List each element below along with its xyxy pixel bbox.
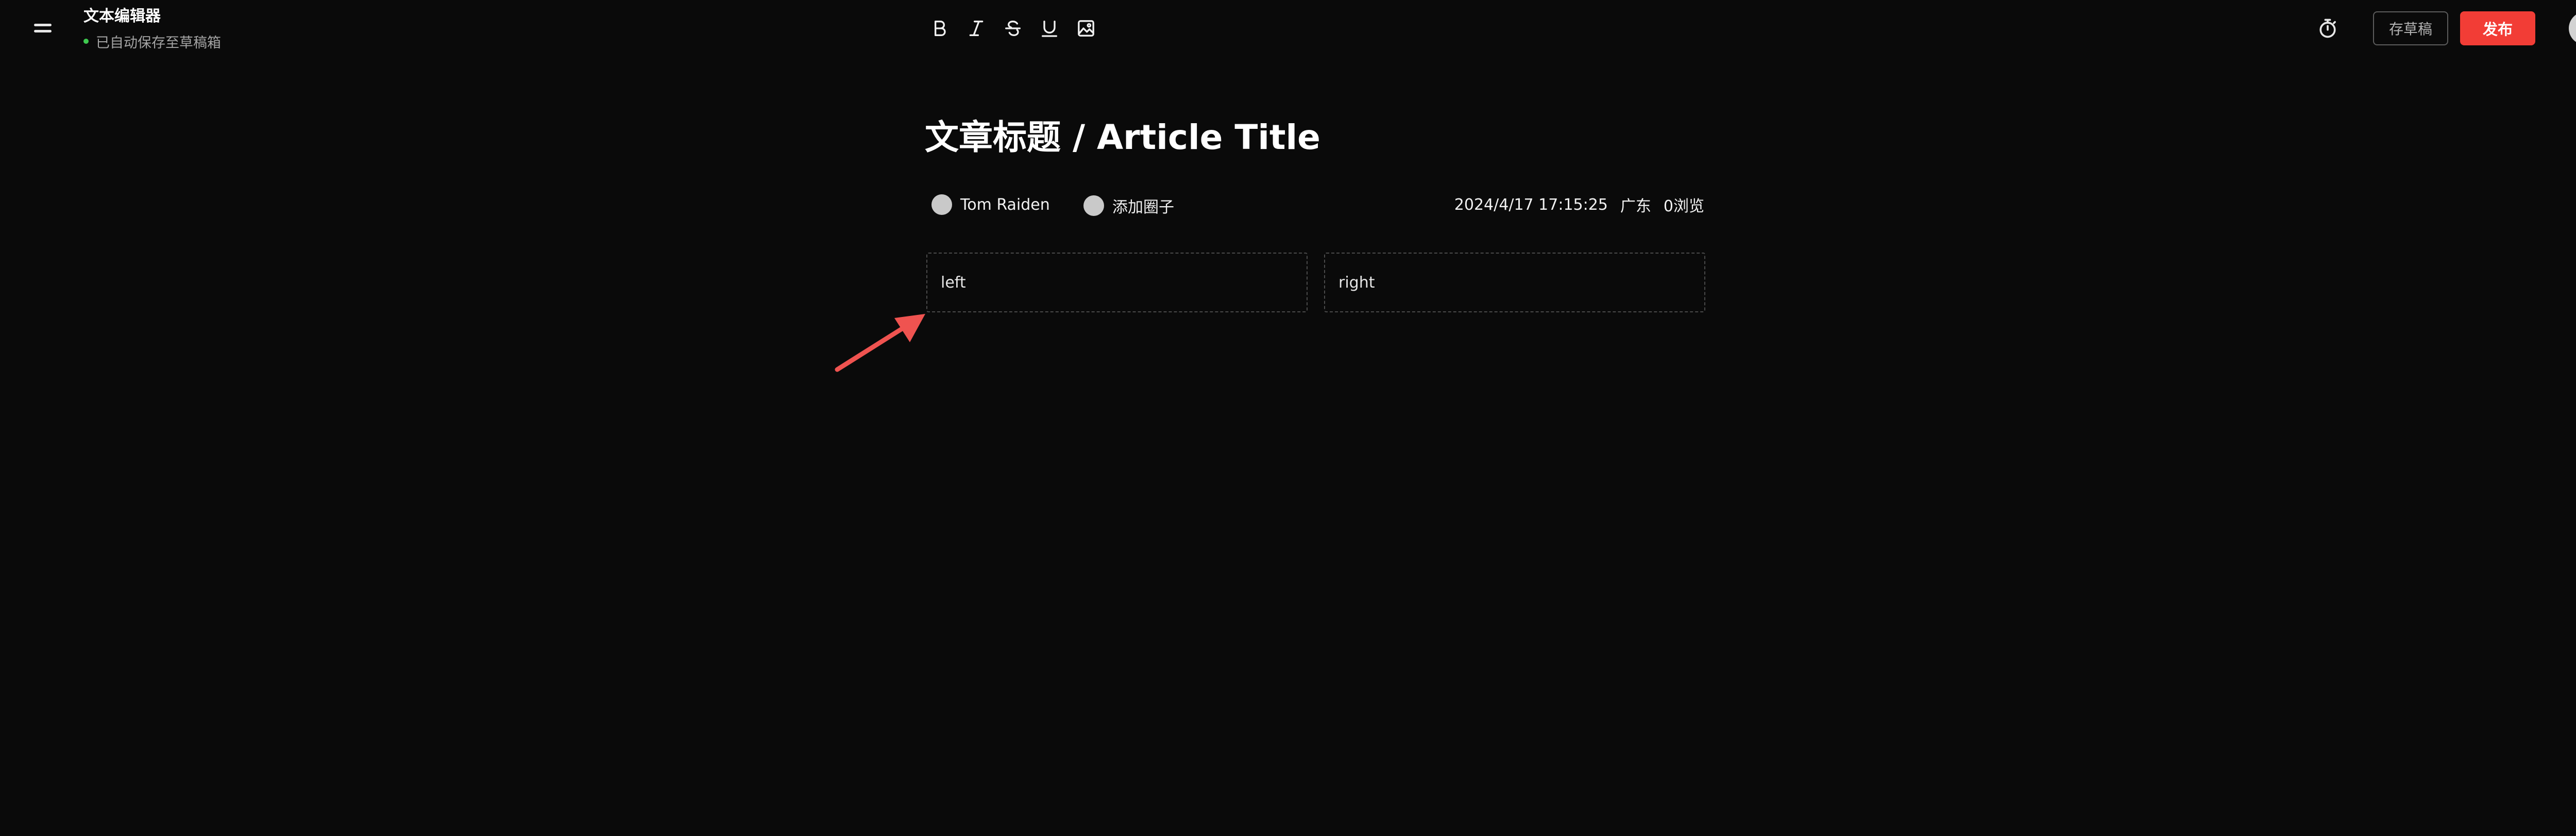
bold-icon[interactable]	[925, 14, 955, 42]
author[interactable]: Tom Raiden	[931, 194, 1050, 215]
strikethrough-icon[interactable]	[998, 14, 1028, 42]
add-circle-button[interactable]: 添加圈子	[1083, 194, 1174, 217]
add-circle-label: 添加圈子	[1112, 198, 1174, 216]
location: 广东	[1620, 197, 1651, 215]
format-toolbar	[925, 14, 1108, 42]
save-status: 已自动保存至草稿箱	[83, 32, 221, 51]
author-avatar	[931, 194, 952, 215]
save-status-text: 已自动保存至草稿箱	[96, 35, 221, 51]
author-name: Tom Raiden	[960, 195, 1050, 214]
meta-info: 2024/4/17 17:15:25 广东 0浏览	[1454, 194, 1704, 216]
article-meta: Tom Raiden 添加圈子 2024/4/17 17:15:25 广东 0浏…	[925, 191, 1704, 219]
user-avatar[interactable]	[2569, 12, 2576, 45]
stopwatch-icon[interactable]	[2315, 14, 2340, 42]
save-draft-button[interactable]: 存草稿	[2373, 11, 2448, 45]
publish-button[interactable]: 发布	[2460, 11, 2535, 45]
article-title[interactable]: 文章标题 / Article Title	[925, 114, 1320, 161]
top-bar: 文本编辑器 已自动保存至草稿箱 存草稿 发布	[0, 0, 2576, 59]
view-count: 0浏览	[1663, 197, 1704, 215]
italic-icon[interactable]	[961, 14, 991, 42]
hamburger-menu-icon[interactable]	[34, 24, 52, 33]
publish-datetime: 2024/4/17 17:15:25	[1454, 195, 1608, 214]
underline-icon[interactable]	[1035, 14, 1064, 42]
left-column-block[interactable]: left	[926, 253, 1308, 312]
app-title: 文本编辑器	[83, 7, 161, 25]
annotation-arrow	[835, 314, 925, 372]
circle-icon	[1083, 195, 1104, 216]
right-column-block[interactable]: right	[1324, 253, 1705, 312]
image-icon[interactable]	[1071, 14, 1101, 42]
status-dot	[83, 39, 89, 44]
